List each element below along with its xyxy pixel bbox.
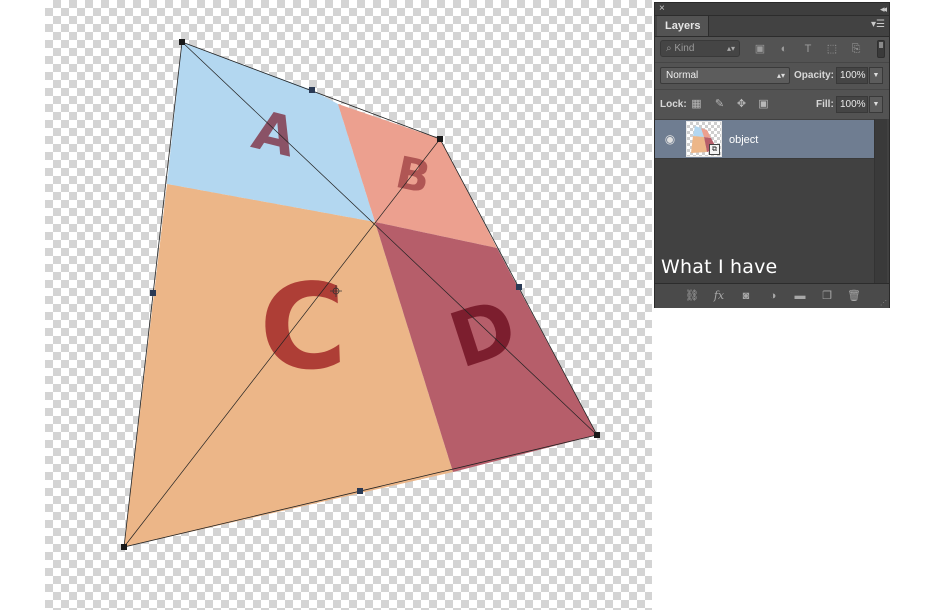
link-layers-icon[interactable]: ⛓ <box>684 289 700 303</box>
transformed-object[interactable]: A B C D <box>45 0 652 610</box>
smart-object-badge-icon: ⧉ <box>709 144 720 155</box>
layer-thumbnail[interactable]: ⧉ <box>686 121 722 157</box>
transform-handle-top-mid[interactable] <box>309 87 315 93</box>
lock-image-pixels-icon[interactable]: ✎ <box>713 98 726 111</box>
panel-tab-row: Layers ▾☰ <box>655 16 889 37</box>
opacity-dropdown-button[interactable]: ▼ <box>869 67 883 84</box>
transform-handle-top-left[interactable] <box>179 39 185 45</box>
panel-menu-icon[interactable]: ▾☰ <box>871 19 885 30</box>
lock-label: Lock: <box>660 99 687 110</box>
lock-row: Lock: ▦ ✎ ✥ ▣ Fill: 100% ▼ <box>655 90 889 120</box>
fx-icon[interactable]: fx <box>711 289 727 303</box>
new-layer-icon[interactable]: ❐ <box>819 289 835 303</box>
blend-mode-value: Normal <box>666 70 699 81</box>
select-arrows-icon: ▴▾ <box>726 44 735 53</box>
transform-handle-left-mid[interactable] <box>150 290 156 296</box>
letter-c: C <box>257 257 348 398</box>
tab-layers[interactable]: Layers <box>657 16 710 36</box>
eye-icon[interactable]: ◉ <box>663 132 677 146</box>
adjustment-layer-icon[interactable]: ◑ <box>765 289 781 303</box>
panel-title-bar[interactable]: × ◂◂ <box>655 3 889 16</box>
lock-position-icon[interactable]: ✥ <box>735 98 748 111</box>
type-filter-icon[interactable]: T <box>801 42 815 56</box>
transform-handle-right-mid[interactable] <box>516 284 522 290</box>
adjustment-filter-icon[interactable]: ◐ <box>777 42 791 56</box>
filter-toggle-switch[interactable] <box>877 40 885 58</box>
fill-dropdown-button[interactable]: ▼ <box>869 96 883 113</box>
shape-filter-icon[interactable]: ⬚ <box>825 42 839 56</box>
trash-icon[interactable]: 🗑 <box>846 289 862 303</box>
collapse-panel-icon[interactable]: ◂◂ <box>880 3 887 15</box>
fill-field[interactable]: 100% <box>836 96 868 113</box>
resize-grip-icon[interactable]: ⋰ <box>880 299 887 307</box>
lock-all-icon[interactable]: ▣ <box>757 98 770 111</box>
document-canvas[interactable]: A B C D <box>45 0 652 610</box>
smart-object-filter-icon[interactable]: ⎘ <box>849 42 863 56</box>
filter-kind-label: ⌕ Kind <box>666 43 695 54</box>
layer-list: ◉ ⧉ object What I have <box>655 119 889 283</box>
layer-name[interactable]: object <box>729 134 758 146</box>
blend-row: Normal ▴▾ Opacity: 100% ▼ <box>655 63 889 90</box>
image-filter-icon[interactable]: ▣ <box>753 42 767 56</box>
layer-row[interactable]: ◉ ⧉ object <box>655 120 874 159</box>
transform-handle-bottom-mid[interactable] <box>357 488 363 494</box>
transform-handle-top-right[interactable] <box>437 136 443 142</box>
transform-handle-bottom-right[interactable] <box>594 432 600 438</box>
lock-transparent-pixels-icon[interactable]: ▦ <box>690 98 703 111</box>
select-arrows-icon: ▴▾ <box>776 71 785 80</box>
layer-list-scrollbar[interactable] <box>874 119 887 283</box>
caption-text: What I have <box>661 256 778 278</box>
fill-label: Fill: <box>816 99 834 110</box>
opacity-label: Opacity: <box>794 70 835 81</box>
layers-bottom-bar: ⛓ fx ◙ ◑ ▬ ❐ 🗑 ⋰ <box>655 283 889 308</box>
blend-mode-select[interactable]: Normal ▴▾ <box>660 67 790 84</box>
close-icon[interactable]: × <box>659 3 665 15</box>
filter-kind-select[interactable]: ⌕ Kind ▴▾ <box>660 40 740 57</box>
opacity-field[interactable]: 100% <box>836 67 868 84</box>
new-group-icon[interactable]: ▬ <box>792 289 808 303</box>
add-mask-icon[interactable]: ◙ <box>738 289 754 303</box>
layer-filter-row: ⌕ Kind ▴▾ ▣ ◐ T ⬚ ⎘ <box>655 37 889 63</box>
transform-handle-bottom-left[interactable] <box>121 544 127 550</box>
layers-panel: × ◂◂ Layers ▾☰ ⌕ Kind ▴▾ ▣ ◐ T ⬚ ⎘ Norma… <box>654 2 890 308</box>
